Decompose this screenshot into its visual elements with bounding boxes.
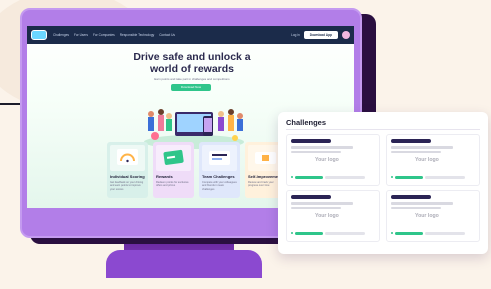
placeholder-line xyxy=(391,202,453,205)
status-dot xyxy=(391,176,393,178)
nav-link-companies[interactable]: For Companies xyxy=(93,33,115,37)
nav-right: Log in Download App xyxy=(291,31,350,39)
gift-card-icon xyxy=(163,149,184,165)
nav-link-contact[interactable]: Contact Us xyxy=(159,33,175,37)
placeholder-line xyxy=(391,150,441,153)
progress-bar xyxy=(295,176,323,179)
nav-link-users[interactable]: For Users xyxy=(74,33,88,37)
challenges-popup: Challenges Your logo Your logo Your logo… xyxy=(278,112,488,254)
placeholder-line xyxy=(291,150,341,153)
logo-placeholder: Your logo xyxy=(415,213,439,219)
login-link[interactable]: Log in xyxy=(291,33,300,37)
card-description: Redeem points for exclusive offers and p… xyxy=(156,181,189,188)
card-title: Team Challenges xyxy=(202,174,235,179)
progress-track xyxy=(425,176,465,179)
status-dot xyxy=(291,232,293,234)
card-title: Rewards xyxy=(156,174,173,179)
feature-card[interactable]: Rewards Redeem points for exclusive offe… xyxy=(153,142,194,198)
placeholder-title xyxy=(391,139,431,143)
placeholder-line xyxy=(391,146,453,149)
nav-link-challenges[interactable]: Challenges xyxy=(53,33,69,37)
nav-links: Challenges For Users For Companies Respo… xyxy=(53,33,175,37)
hero-title: Drive safe and unlock a world of rewards xyxy=(133,51,251,75)
gauge-illustration xyxy=(110,145,145,171)
leaderboard-icon xyxy=(209,151,230,165)
hero-download-button[interactable]: Download Now xyxy=(171,84,211,91)
marketing-scene: Challenges For Users For Companies Respo… xyxy=(0,0,491,289)
feature-card[interactable]: Individual Scoring Get feedback on your … xyxy=(107,142,148,198)
feature-cards: Individual Scoring Get feedback on your … xyxy=(107,142,286,198)
logo-placeholder: Your logo xyxy=(415,157,439,163)
reward-illustration xyxy=(156,145,191,171)
card-description: Compete with your colleagues and friends… xyxy=(202,181,237,191)
challenge-card[interactable]: Your logo xyxy=(386,134,480,186)
hero-subtitle: Earn points and take part in challenges … xyxy=(154,77,230,81)
placeholder-line xyxy=(291,146,353,149)
top-nav: Challenges For Users For Companies Respo… xyxy=(27,26,354,44)
progress-bar xyxy=(395,232,423,235)
challenge-card[interactable]: Your logo xyxy=(386,190,480,242)
gauge-icon xyxy=(117,149,138,165)
status-dot xyxy=(391,232,393,234)
status-dot xyxy=(291,176,293,178)
progress-bar xyxy=(395,176,423,179)
divider xyxy=(286,129,480,130)
progress-track xyxy=(325,176,365,179)
download-app-button[interactable]: Download App xyxy=(303,31,338,39)
progress-track xyxy=(325,232,365,235)
logo-placeholder: Your logo xyxy=(315,157,339,163)
team-illustration xyxy=(202,145,237,171)
card-description: Get feedback on your driving and earn po… xyxy=(110,181,144,191)
nav-link-responsible-tech[interactable]: Responsible Technology xyxy=(120,33,155,37)
feature-card[interactable]: Team Challenges Compete with your collea… xyxy=(199,142,240,198)
popup-title: Challenges xyxy=(286,118,327,127)
placeholder-title xyxy=(291,195,331,199)
placeholder-line xyxy=(391,206,441,209)
brand-logo[interactable] xyxy=(31,30,47,40)
placeholder-title xyxy=(291,139,331,143)
placeholder-line xyxy=(291,206,341,209)
placeholder-title xyxy=(391,195,431,199)
logo-placeholder: Your logo xyxy=(315,213,339,219)
card-title: Individual Scoring xyxy=(110,174,145,179)
monitor-stand-base xyxy=(106,250,262,278)
avatar[interactable] xyxy=(342,31,350,39)
challenge-grid: Your logo Your logo Your logo Your logo xyxy=(286,134,480,242)
progress-track xyxy=(425,232,465,235)
progress-bar xyxy=(295,232,323,235)
placeholder-line xyxy=(291,202,353,205)
challenge-card[interactable]: Your logo xyxy=(286,134,380,186)
challenge-card[interactable]: Your logo xyxy=(286,190,380,242)
